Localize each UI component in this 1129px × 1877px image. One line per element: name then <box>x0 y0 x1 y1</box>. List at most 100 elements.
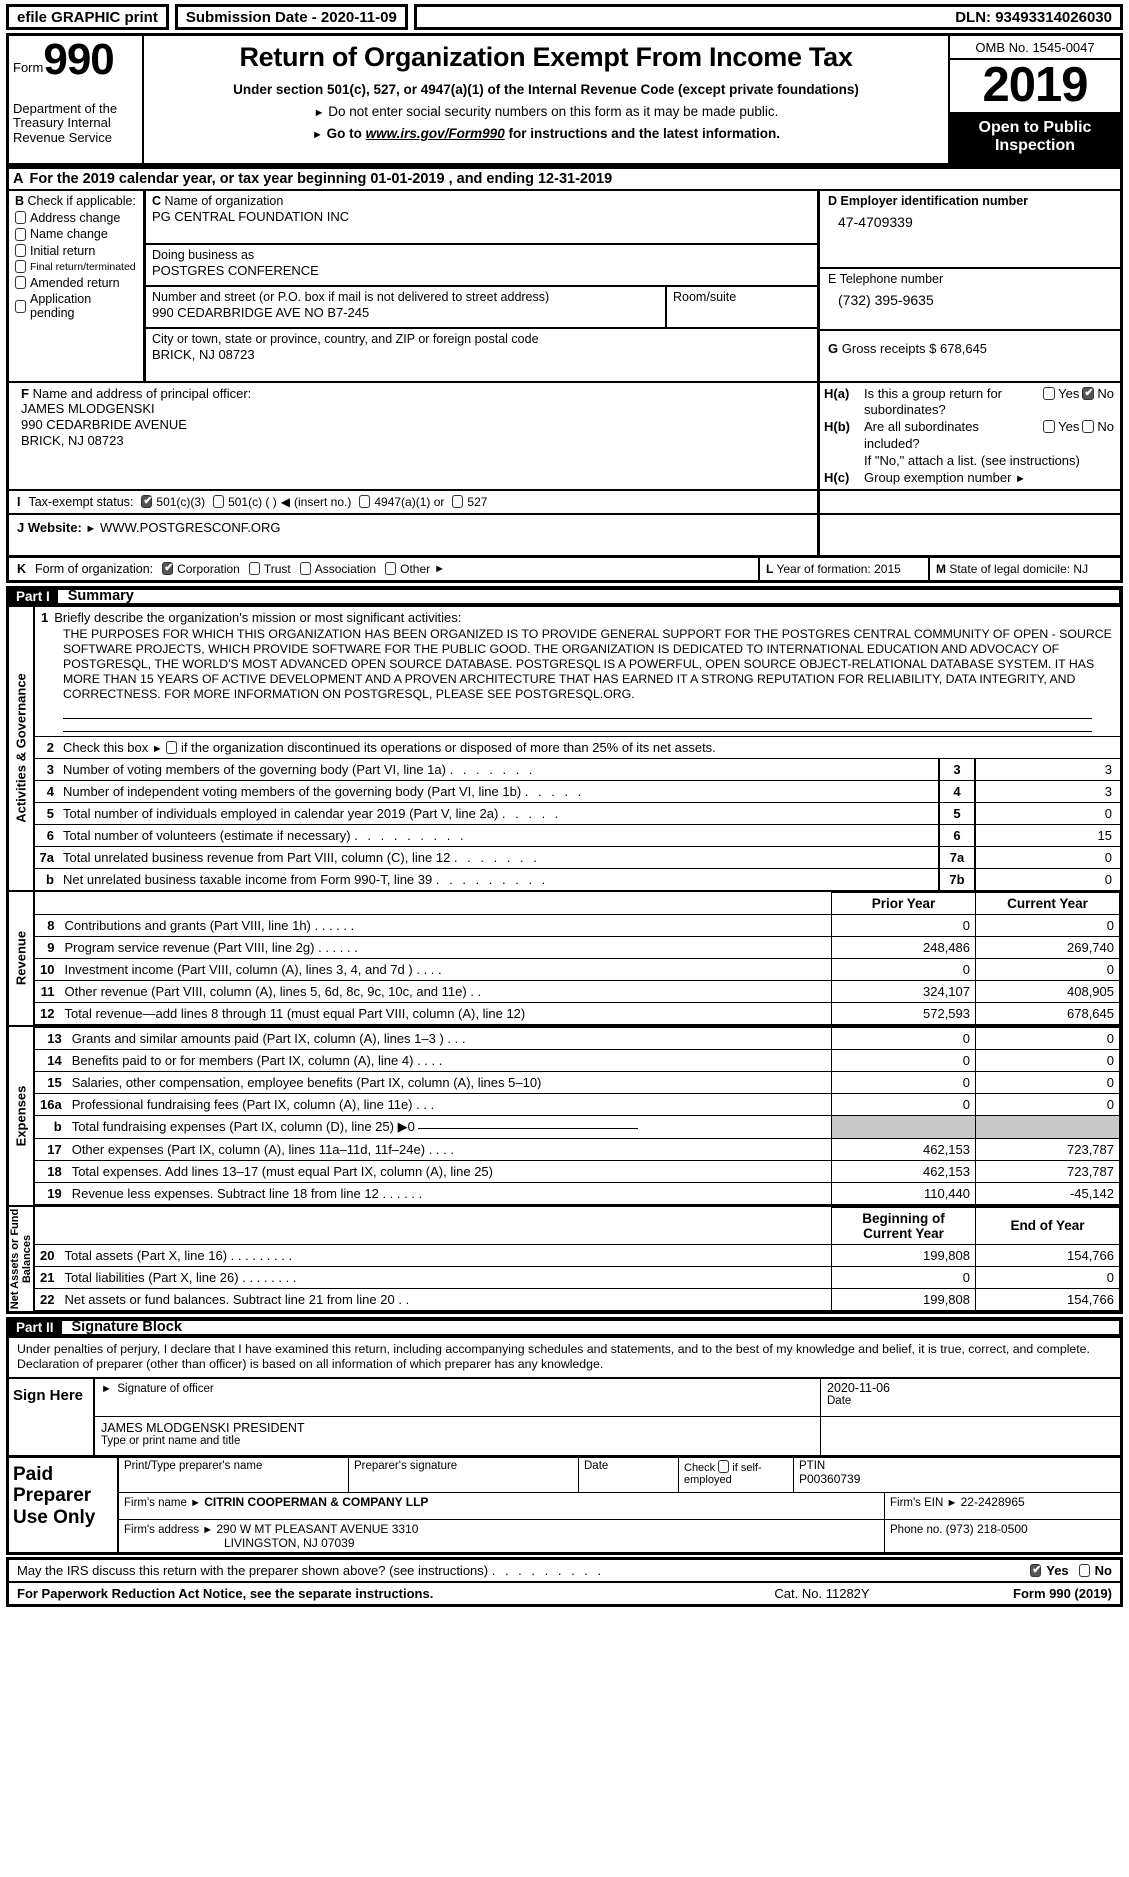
check-label: Check <box>684 1461 716 1474</box>
line-14-current: 0 <box>975 1048 1120 1072</box>
table-row: b Total fundraising expenses (Part IX, c… <box>35 1114 1120 1139</box>
checkbox-label: Address change <box>30 210 121 225</box>
irs-discuss-no[interactable]: No <box>1078 1562 1112 1578</box>
irs-form990-link[interactable]: www.irs.gov/Form990 <box>366 126 505 141</box>
triangle-bullet-icon: ► <box>1015 473 1026 486</box>
option-trust[interactable]: Trust <box>248 562 291 576</box>
firm-phone-cell[interactable]: Phone no. (973) 218-0500 <box>885 1520 1120 1552</box>
checkbox-icon[interactable] <box>359 495 371 509</box>
firm-name-cell[interactable]: Firm's name ► CITRIN COOPERMAN & COMPANY… <box>119 1492 885 1519</box>
officer-signature-cell[interactable]: ► Signature of officer <box>95 1379 820 1416</box>
checkbox-address-change[interactable]: Address change <box>15 211 139 225</box>
line-7a-number: 7a <box>39 849 54 865</box>
checkbox-initial-return[interactable]: Initial return <box>15 244 139 258</box>
checkbox-icon[interactable] <box>15 211 26 225</box>
checkbox-icon-line2[interactable] <box>166 740 178 754</box>
activities-governance-body: 1 Briefly describe the organization's mi… <box>35 607 1120 892</box>
net-assets-header-end: End of Year <box>975 1206 1120 1245</box>
checkbox-icon-checked[interactable] <box>162 562 173 576</box>
option-501c-other[interactable]: 501(c) ( ) ◀ (insert no.) <box>213 495 351 509</box>
firm-address-value: 290 W MT PLEASANT AVENUE 3310 <box>216 1521 419 1536</box>
firm-ein-cell[interactable]: Firm's EIN ► 22-2428965 <box>885 1493 1120 1519</box>
expenses-table: 13 Grants and similar amounts paid (Part… <box>35 1026 1120 1205</box>
firm-name-value: CITRIN COOPERMAN & COMPANY LLP <box>204 1494 429 1509</box>
checkbox-icon[interactable] <box>15 276 26 290</box>
mission-section: 1 Briefly describe the organization's mi… <box>35 607 1120 732</box>
table-row: 13 Grants and similar amounts paid (Part… <box>35 1026 1120 1050</box>
line-16a-prior: 0 <box>831 1092 976 1116</box>
checkbox-icon[interactable] <box>248 562 260 576</box>
checkbox-icon-checked[interactable] <box>141 495 153 509</box>
section-c-letter: C <box>152 193 162 208</box>
type-or-print-name-label: Type or print name and title <box>101 1434 241 1447</box>
checkbox-icon[interactable] <box>213 495 225 509</box>
expenses-body: 13 Grants and similar amounts paid (Part… <box>35 1026 1120 1207</box>
option-527[interactable]: 527 <box>452 495 487 509</box>
section-h-b-answers[interactable]: Yes No <box>1043 419 1114 434</box>
officer-name-cell[interactable]: JAMES MLODGENSKI PRESIDENT Type or print… <box>95 1417 820 1455</box>
line-21-beginning: 0 <box>831 1265 976 1289</box>
checkbox-icon[interactable] <box>15 227 26 241</box>
checkbox-amended-return[interactable]: Amended return <box>15 276 139 290</box>
checkbox-name-change[interactable]: Name change <box>15 227 139 241</box>
line-5-value: 0 <box>1104 805 1112 821</box>
form-identity-block: Form 990 Department of the Treasury Inte… <box>9 36 144 163</box>
line-11-current: 408,905 <box>975 979 1120 1003</box>
left-triangle-icon: ◀ <box>280 494 290 509</box>
org-name-cell: C Name of organization PG CENTRAL FOUNDA… <box>146 191 817 245</box>
preparer-ptin-cell[interactable]: PTIN P00360739 <box>794 1458 1120 1492</box>
section-f-row: F Name and address of principal officer:… <box>9 380 1120 489</box>
net-assets-body: Beginning of Current Year End of Year 20… <box>35 1206 1120 1311</box>
checkbox-icon[interactable] <box>452 495 464 509</box>
option-label: Association <box>314 561 377 576</box>
checkbox-icon[interactable] <box>15 260 26 274</box>
checkbox-icon-yes-checked[interactable] <box>1030 1563 1041 1577</box>
irs-discuss-yes[interactable]: Yes <box>1030 1563 1069 1578</box>
line-13-label: Grants and similar amounts paid (Part IX… <box>66 1026 832 1050</box>
ptin-value: P00360739 <box>799 1471 861 1486</box>
checkbox-icon-yes[interactable] <box>1043 420 1056 434</box>
year-of-formation-value: 2015 <box>874 561 901 576</box>
checkbox-icon[interactable] <box>15 244 26 258</box>
option-501c3[interactable]: 501(c)(3) <box>141 495 205 509</box>
preparer-name-cell[interactable]: Print/Type preparer's name <box>119 1457 349 1492</box>
org-street-cell: Number and street (or P.O. box if mail i… <box>146 286 667 327</box>
section-a-text: For the 2019 calendar year, or tax year … <box>29 170 613 187</box>
checkbox-final-return-terminated[interactable]: Final return/terminated <box>15 260 139 274</box>
preparer-signature-cell[interactable]: Preparer's signature <box>349 1457 579 1492</box>
dot-leader: . . . . . . . . . <box>230 1247 293 1263</box>
line-22-label: Net assets or fund balances. Subtract li… <box>59 1287 833 1311</box>
checkbox-icon-self-employed[interactable] <box>718 1459 730 1473</box>
line-18-label: Total expenses. Add lines 13–17 (must eq… <box>66 1159 832 1183</box>
checkbox-application-pending[interactable]: Application pending <box>15 292 139 320</box>
section-h-c-key: H(c) <box>824 470 850 486</box>
preparer-signature-label: Preparer's signature <box>354 1459 458 1472</box>
option-association[interactable]: Association <box>299 561 377 576</box>
line-3-box-number: 3 <box>938 758 976 780</box>
option-other[interactable]: Other ► <box>385 562 445 576</box>
preparer-self-employed-cell[interactable]: Check if self-employed <box>679 1457 794 1492</box>
website-value[interactable]: WWW.POSTGRESCONF.ORG <box>100 520 281 535</box>
checkbox-icon[interactable] <box>15 299 26 313</box>
checkbox-icon-no-checked[interactable] <box>1082 386 1095 400</box>
checkbox-icon-no[interactable] <box>1078 1563 1090 1577</box>
option-corporation[interactable]: Corporation <box>162 562 240 576</box>
table-row: 22 Net assets or fund balances. Subtract… <box>35 1287 1120 1311</box>
line-3-number: 3 <box>46 761 54 777</box>
revenue-header-row: Prior Year Current Year <box>35 891 1120 915</box>
preparer-date-cell[interactable]: Date <box>579 1457 679 1492</box>
mission-statement-text: THE PURPOSES FOR WHICH THIS ORGANIZATION… <box>63 626 1112 701</box>
checkbox-icon-yes[interactable] <box>1043 386 1056 400</box>
insert-no-label: (insert no.) <box>294 494 352 509</box>
mission-blank-rule-1 <box>63 706 1092 719</box>
checkbox-icon-no[interactable] <box>1082 420 1095 434</box>
section-h-a-answers[interactable]: Yes No <box>1043 386 1114 401</box>
part-2-body: Under penalties of perjury, I declare th… <box>6 1337 1123 1555</box>
option-4947a1[interactable]: 4947(a)(1) or <box>359 495 444 509</box>
checkbox-icon[interactable] <box>385 562 397 576</box>
section-a-tax-year: A For the 2019 calendar year, or tax yea… <box>6 165 1123 189</box>
firm-address-cell[interactable]: Firm's address ► 290 W MT PLEASANT AVENU… <box>119 1519 885 1552</box>
checkbox-icon[interactable] <box>299 562 311 576</box>
section-h-a-key: H(a) <box>824 385 850 401</box>
no-label: No <box>1094 1562 1112 1578</box>
